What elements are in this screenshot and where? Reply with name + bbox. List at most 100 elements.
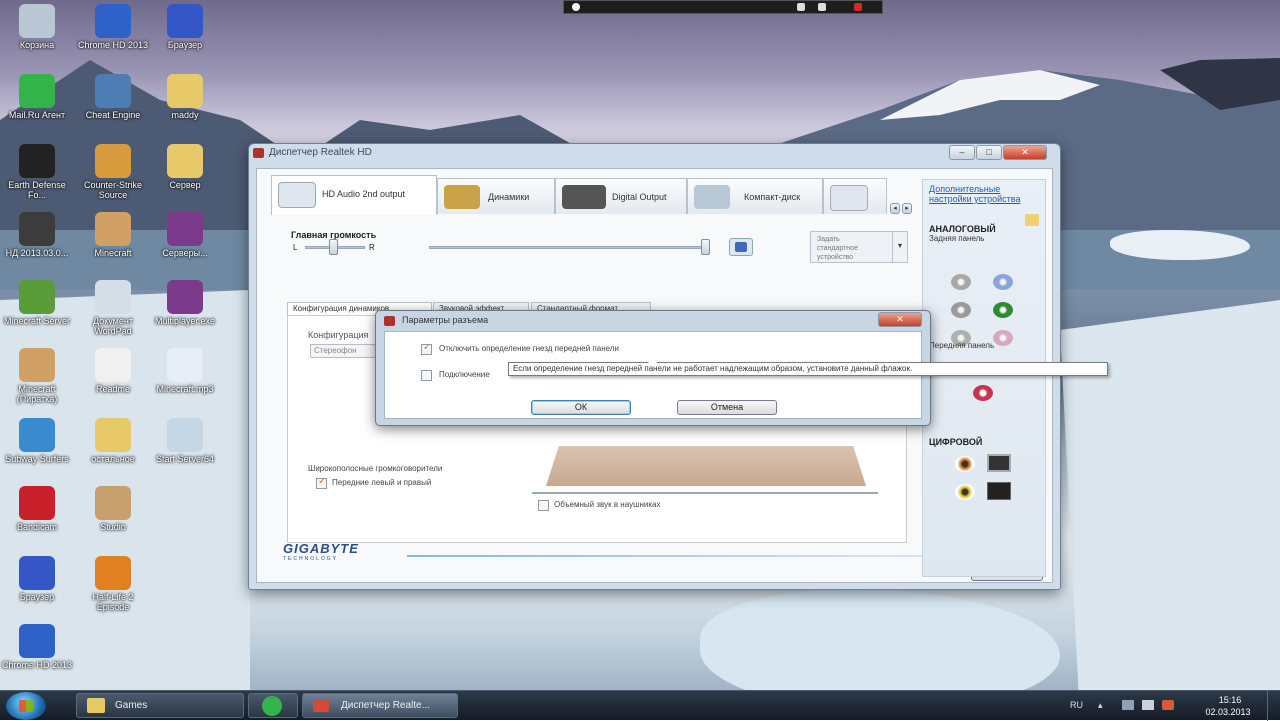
desktop-icon[interactable]: Counter-Strike Source [76,144,150,200]
server-shortcut-icon [167,418,203,452]
desktop-icon[interactable]: Chrome HD 2013 [0,624,74,670]
tab-digital-output[interactable]: Digital Output [555,178,687,214]
front-lr-checkbox[interactable]: ✓ [316,476,327,489]
desktop-icon[interactable]: Корзина [0,4,74,50]
language-indicator[interactable]: RU [1070,700,1083,710]
folder-icon[interactable] [1025,214,1039,226]
network-icon[interactable] [1122,700,1134,710]
taskbar-item-games[interactable]: Games [76,693,244,718]
balance-slider[interactable] [329,239,338,255]
start-button[interactable] [6,692,46,720]
tab-cd-audio[interactable]: Компакт-диск [687,178,823,214]
subway-surfers-icon [19,418,55,452]
desktop-icon[interactable]: Mail.Ru Агент [0,74,74,120]
desktop-icon[interactable]: Studio [76,486,150,532]
optical-port-icon[interactable] [987,482,1011,500]
disable-front-jack-detection-checkbox[interactable]: ✓ [421,342,432,355]
desktop-icon[interactable]: Minecraft.mp3 [148,348,222,394]
desktop-icon-label: остальное [91,454,135,464]
desktop-icon[interactable]: Браузер [148,4,222,50]
folder-icon [95,418,131,452]
shortcut-icon [19,212,55,246]
minecraft-face-icon [19,348,55,382]
coaxial-jack-icon[interactable] [955,456,975,472]
audio-jack-icon[interactable] [951,302,971,318]
pause-icon[interactable] [797,3,805,11]
taskbar-item-realtek-manager[interactable]: Диспетчер Realte... [302,693,458,718]
counter-strike-icon [95,144,131,178]
audio-jack-icon[interactable] [993,330,1013,346]
desktop-icon-label: Сервер [169,180,201,190]
brand-sub: TECHNOLOGY [283,556,339,562]
desktop-icon[interactable]: Earth Defense Fo... [0,144,74,200]
desktop-icon[interactable]: Браузер [0,556,74,602]
stop-icon[interactable] [854,3,862,11]
desktop-icon[interactable]: Документ WordPad [76,280,150,336]
desktop-icon[interactable]: Minecraft Server [0,280,74,326]
archive-icon [167,212,203,246]
desktop-icon[interactable]: Сервер [148,144,222,190]
document-icon [95,280,131,314]
chevron-down-icon[interactable]: ▾ [892,232,907,262]
mute-button[interactable] [729,238,753,256]
desktop-icon[interactable]: Subway Surfers [0,418,74,464]
desktop-icon[interactable]: Серверы... [148,212,222,258]
tab-speakers[interactable]: Динамики [437,178,555,214]
front-lr-label: Передние левый и правый [332,478,432,487]
show-desktop-button[interactable] [1267,691,1280,721]
maximize-button[interactable]: □ [976,145,1002,160]
dialog-cancel-button[interactable]: Отмена [677,400,777,415]
microphone-icon [830,185,868,211]
desktop-icon[interactable]: Cheat Engine [76,74,150,120]
tab-scroll-left[interactable]: ◂ [890,203,900,214]
desktop-icon-label: Браузер [167,40,203,50]
desktop-icon[interactable]: Chrome HD 2013 [76,4,150,50]
back-panel-label: Задняя панель [929,234,985,243]
tab-scroll-right[interactable]: ▸ [902,203,912,214]
volume-track[interactable] [429,246,709,249]
record-app-icon[interactable] [572,3,580,11]
coaxial-jack-icon[interactable] [955,484,975,500]
desktop-icon[interactable]: Half-Life 2 Episode [76,556,150,612]
set-default-device-button[interactable]: Задать стандартное устройство ▾ [810,231,908,263]
front-panel-jack[interactable] [973,385,993,401]
desktop-icon[interactable]: НД 2013.03.0... [0,212,74,258]
desktop-icon[interactable]: maddy [148,74,222,120]
volume-slider[interactable] [701,239,710,255]
clock-time[interactable]: 15:16 [1210,695,1250,705]
advanced-settings-link[interactable]: Дополнительные настройки устройства [923,180,1045,204]
desktop-icon[interactable]: Minecraft [76,212,150,258]
camera-icon[interactable] [818,3,826,11]
audio-jack-icon[interactable] [951,274,971,290]
taskbar-item-label: Диспетчер Realte... [341,700,430,711]
desktop-icon-label: Multiplayer.exe [154,316,216,326]
desktop-icon[interactable]: остальное [76,418,150,464]
clock-date[interactable]: 02.03.2013 [1198,707,1258,717]
audio-jack-icon[interactable] [993,274,1013,290]
mail-agent-icon [19,74,55,108]
desktop-icon-label: Readme [95,384,131,394]
tab-hd-audio-2nd-output[interactable]: HD Audio 2nd output [271,175,437,215]
dialog-ok-button[interactable]: ОК [531,400,631,415]
desktop-icon[interactable]: Multiplayer.exe [148,280,222,326]
desktop-icon[interactable]: Readme [76,348,150,394]
show-hidden-icons-icon[interactable]: ▴ [1098,700,1103,711]
virtual-surround-label: Объемный звук в наушниках [554,500,661,509]
volume-icon[interactable] [1142,700,1154,710]
dialog-close-button[interactable]: ✕ [878,312,922,327]
virtual-surround-checkbox[interactable] [538,500,549,511]
desktop-icon[interactable]: Start Server64 [148,418,222,464]
desktop-icon[interactable]: Minecraft (Пиратка) [0,348,74,404]
close-button[interactable]: ✕ [1003,145,1047,160]
antivirus-icon[interactable] [1162,700,1174,710]
brand-divider [407,555,993,557]
speaker-icon [253,148,264,158]
audio-jack-icon[interactable] [993,302,1013,318]
taskbar-item-mail-agent[interactable] [248,693,298,718]
connection-checkbox[interactable] [421,370,432,381]
optical-port-icon[interactable] [987,454,1011,472]
desktop-icon[interactable]: Bandicam [0,486,74,532]
tab-microphone[interactable] [823,178,887,214]
minimize-button[interactable]: – [949,145,975,160]
taskbar-item-label: Games [115,700,148,711]
